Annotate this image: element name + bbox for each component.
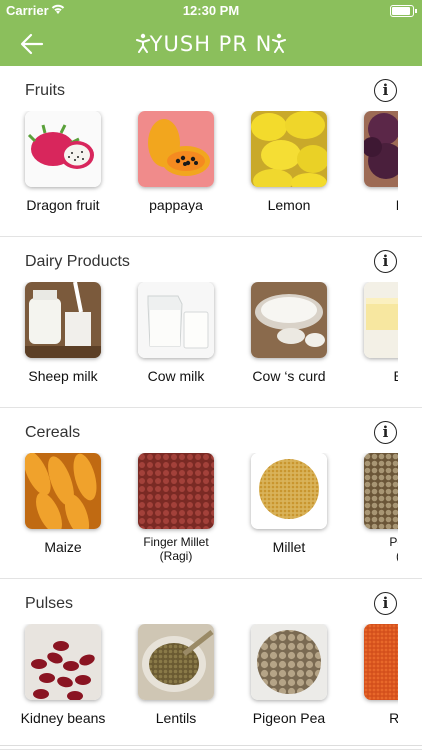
dragon-fruit-image [25, 111, 101, 187]
food-item-label: Bu [347, 368, 398, 384]
plum-image [364, 111, 398, 187]
info-icon[interactable]: i [374, 592, 397, 615]
food-item-label: pappaya [149, 197, 203, 213]
cow-milk-image [138, 282, 214, 358]
lentils-image [138, 624, 214, 700]
section-title: Cereals [25, 424, 81, 441]
food-item-label: Pigeon Pea [252, 710, 326, 726]
info-icon[interactable]: i [374, 79, 397, 102]
item-row[interactable]: Sheep milk Cow milk Cow ‘s curd Bu [0, 282, 398, 402]
section-title: Pulses [25, 595, 74, 612]
item-row[interactable]: Maize Finger Millet (Ragi) Millet Pear (… [0, 453, 398, 573]
food-item-label: Lentils [155, 710, 197, 726]
app-logo: YUSH PR N [0, 32, 422, 58]
food-item-label: Lemon [267, 197, 311, 213]
pearl-millet-image [364, 453, 398, 529]
finger-millet-image [138, 453, 214, 529]
section-title: Dairy Products [25, 253, 130, 270]
info-icon[interactable]: i [374, 421, 397, 444]
butter-image [364, 282, 398, 358]
category-list: Fruits i Dragon fruit pappaya Lemon Dair… [0, 66, 422, 750]
section-cereals: Cereals i Maize Finger Millet (Ragi) Mil… [0, 408, 422, 579]
person-figure-icon [135, 33, 150, 58]
section-pulses: Pulses i Kidney beans Lentils Pigeon Pea [0, 579, 422, 750]
kidney-beans-image [25, 624, 101, 700]
cows-curd-image [251, 282, 327, 358]
food-item-label: Dragon fruit [26, 197, 100, 213]
section-title: Fruits [25, 82, 65, 99]
food-item-label: Sheep milk [28, 368, 98, 384]
item-row[interactable]: Kidney beans Lentils Pigeon Pea Red [0, 624, 398, 744]
food-item-label: Pl [347, 197, 398, 213]
nav-bar: YUSH PR N [0, 22, 422, 66]
red-lentils-image [364, 624, 398, 700]
info-icon[interactable]: i [374, 250, 397, 273]
food-item-label: Kidney beans [20, 710, 106, 726]
maize-image [25, 453, 101, 529]
pappaya-image [138, 111, 214, 187]
status-bar: Carrier 12:30 PM [0, 0, 422, 22]
section-fruits: Fruits i Dragon fruit pappaya Lemon [0, 66, 422, 237]
battery-icon [390, 5, 417, 17]
food-item-label: Cow ‘s curd [252, 368, 326, 384]
food-item-label: Maize [44, 539, 82, 555]
food-item-label: Cow milk [147, 368, 205, 384]
food-item-label: Pear (B [389, 535, 398, 563]
millet-image [251, 453, 327, 529]
pigeon-pea-image [251, 624, 327, 700]
food-item-label: Red [389, 710, 398, 726]
clock: 12:30 PM [182, 3, 240, 18]
lemon-image [251, 111, 327, 187]
logo-text: YUSH PR N [149, 32, 273, 56]
item-row[interactable]: Dragon fruit pappaya Lemon Pl [0, 111, 398, 231]
sheep-milk-image [25, 282, 101, 358]
food-item-label: Millet [272, 539, 306, 555]
person-figure-icon [272, 33, 287, 58]
section-dairy-products: Dairy Products i Sheep milk Cow milk Cow… [0, 237, 422, 408]
divider [0, 745, 422, 746]
food-item-label: Finger Millet (Ragi) [143, 535, 209, 563]
